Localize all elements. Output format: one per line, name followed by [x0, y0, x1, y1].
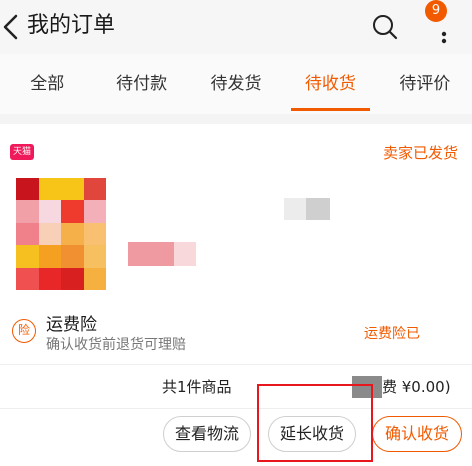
confirm-receipt-button[interactable]: 确认收货 [372, 416, 462, 452]
insurance-icon: 险 [12, 319, 36, 343]
page-title: 我的订单 [27, 13, 116, 38]
product-price-blur [128, 242, 174, 266]
product-title-blur-dark [306, 198, 330, 220]
shop-logo[interactable]: 天猫 [10, 144, 34, 160]
shipping-insurance-row[interactable]: 险 运费险 确认收货前退货可理赔 运费险已 [0, 308, 472, 360]
tab-pending-payment[interactable]: 待付款 [94, 54, 188, 114]
insurance-status: 运费险已 [364, 326, 420, 342]
tab-pending-shipment[interactable]: 待发货 [189, 54, 283, 114]
order-tabs: 全部 待付款 待发货 待收货 待评价 [0, 54, 472, 114]
freight-fee: 费 ¥0.00) [382, 378, 451, 396]
tab-pending-receipt[interactable]: 待收货 [283, 54, 377, 114]
divider [0, 408, 472, 409]
insurance-subtitle: 确认收货前退货可理赔 [46, 337, 186, 353]
highlight-box [257, 384, 373, 462]
view-logistics-button[interactable]: 查看物流 [163, 416, 251, 452]
product-thumbnail[interactable] [16, 178, 106, 290]
product-price-blur-light [174, 242, 196, 266]
notification-badge: 9 [425, 0, 447, 22]
product-title-blur [284, 198, 308, 220]
order-status: 卖家已发货 [382, 144, 458, 162]
header: 我的订单 9 [0, 0, 472, 54]
order-summary: 共1件商品 费 ¥0.00) [0, 370, 472, 406]
back-arrow-icon[interactable] [0, 12, 22, 42]
item-count: 共1件商品 [162, 378, 232, 396]
divider [0, 364, 472, 365]
insurance-title: 运费险 [46, 315, 97, 335]
order-card: 天猫 卖家已发货 险 运费险 确认收货前退货可理赔 运费险已 共1件商品 费 ¥… [0, 124, 472, 466]
tab-pending-review[interactable]: 待评价 [378, 54, 472, 114]
search-icon[interactable] [370, 12, 400, 42]
tab-all[interactable]: 全部 [0, 54, 94, 114]
